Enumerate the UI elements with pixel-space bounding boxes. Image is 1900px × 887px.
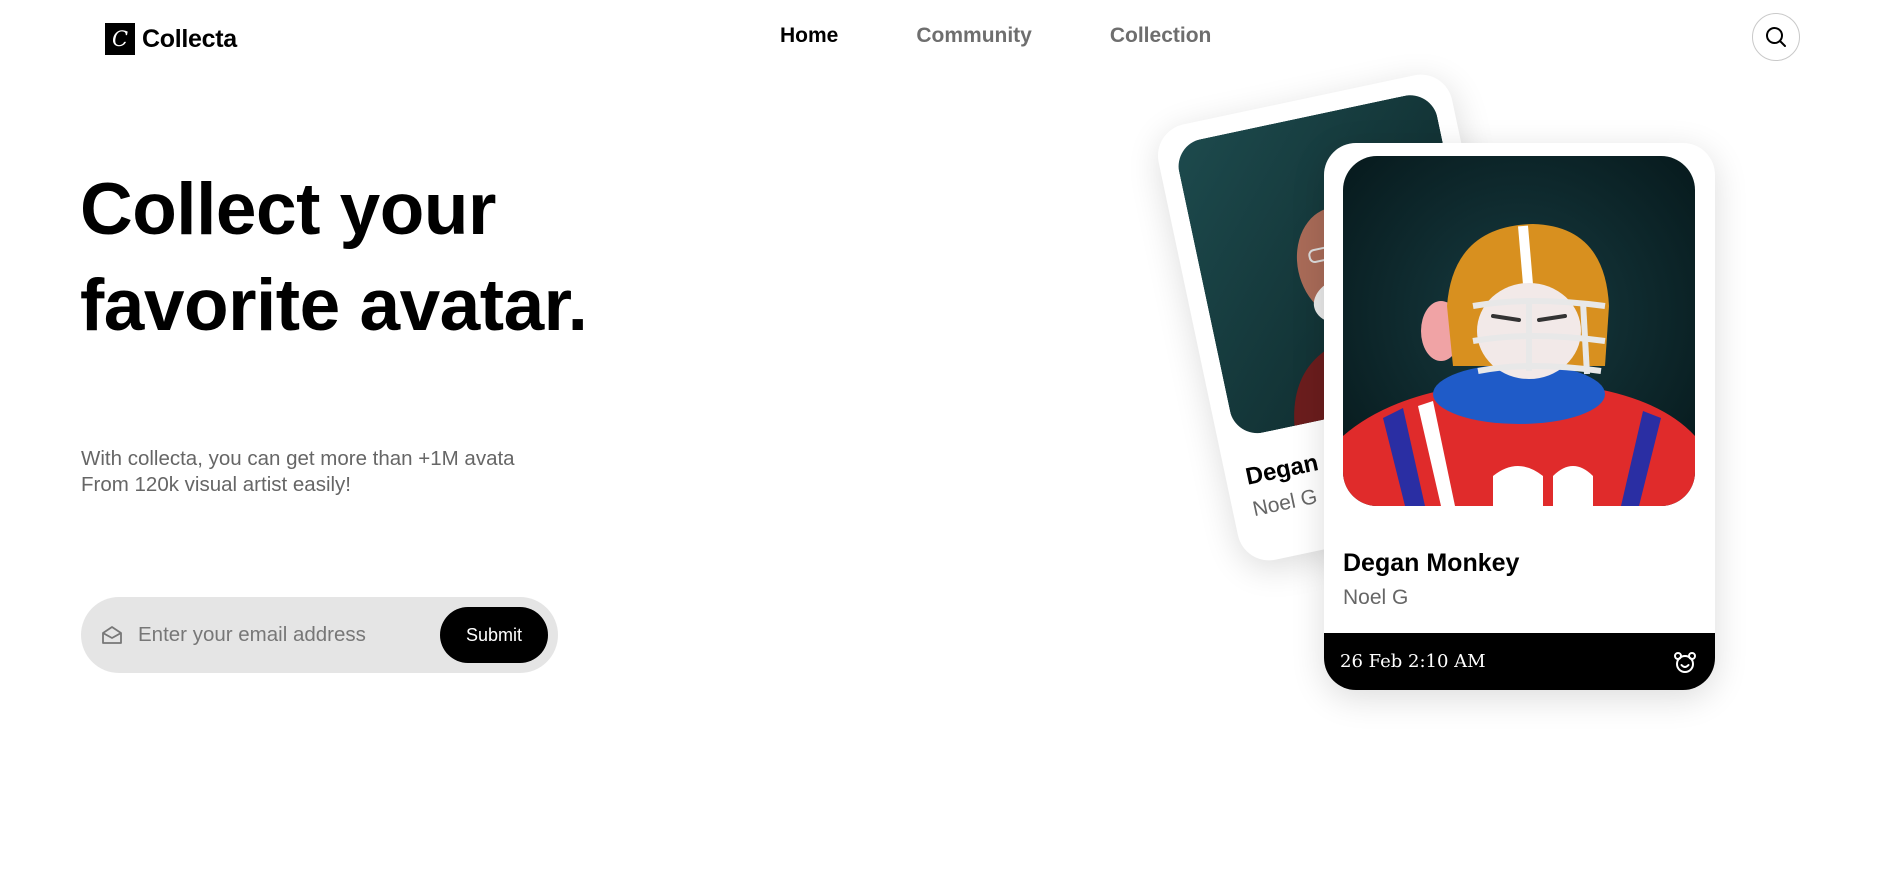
nav-community[interactable]: Community	[916, 24, 1032, 48]
nav-collection[interactable]: Collection	[1110, 24, 1212, 48]
card-date: 26 Feb 2:10 AM	[1340, 651, 1486, 672]
hero-subtitle: With collecta, you can get more than +1M…	[81, 446, 701, 498]
card-artist: Noel G	[1343, 586, 1409, 609]
nav-home[interactable]: Home	[780, 24, 838, 48]
hero-title-line2: favorite avatar.	[80, 265, 588, 346]
brand-name: Collecta	[142, 24, 237, 53]
hero-title-line1: Collect your	[80, 169, 496, 250]
card-artist: Noel G	[1250, 484, 1320, 522]
hero-subtitle-line2: From 120k visual artist easily!	[81, 473, 352, 496]
submit-button[interactable]: Submit	[440, 607, 548, 663]
logo-mark-icon: C	[105, 23, 135, 55]
search-button[interactable]	[1752, 13, 1800, 61]
avatar-card-front[interactable]: Degan Monkey Noel G 26 Feb 2:10 AM	[1324, 143, 1715, 690]
hero-subtitle-line1: With collecta, you can get more than +1M…	[81, 447, 515, 470]
email-input[interactable]	[138, 615, 438, 655]
mail-icon	[99, 622, 125, 648]
card-footer: 26 Feb 2:10 AM	[1324, 633, 1715, 690]
main-nav: Home Community Collection	[780, 24, 1211, 48]
hero-title: Collect your favorite avatar.	[80, 162, 780, 354]
email-signup-form: Submit	[81, 597, 558, 673]
bear-icon[interactable]	[1671, 648, 1699, 676]
brand-logo[interactable]: C Collecta	[105, 23, 237, 55]
avatar-image	[1343, 156, 1695, 506]
card-title: Degan Monkey	[1343, 549, 1520, 577]
search-icon	[1766, 27, 1786, 47]
